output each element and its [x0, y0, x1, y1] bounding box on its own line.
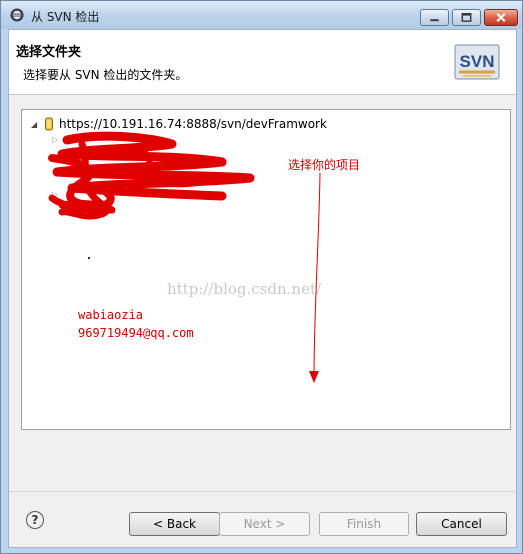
- maximize-icon: [461, 13, 472, 22]
- close-icon: [496, 13, 506, 23]
- title-bar[interactable]: 从 SVN 检出: [1, 1, 522, 29]
- annotation-label: 选择你的项目: [288, 158, 361, 172]
- svn-logo-icon: SVN: [454, 44, 500, 80]
- help-icon[interactable]: ?: [26, 511, 44, 529]
- button-bar: ? < Back Next > Finish Cancel: [9, 491, 516, 548]
- dialog-client-area: 选择文件夹 选择要从 SVN 检出的文件夹。 SVN ◢ https://10.…: [8, 29, 517, 548]
- finish-button[interactable]: Finish: [319, 512, 409, 536]
- close-window-button[interactable]: [484, 9, 518, 26]
- stray-dot: [88, 257, 90, 259]
- svg-text:SVN: SVN: [460, 52, 495, 71]
- cancel-button[interactable]: Cancel: [416, 512, 507, 536]
- page-title: 选择文件夹: [16, 45, 82, 60]
- back-button[interactable]: < Back: [129, 512, 220, 536]
- maximize-button[interactable]: [452, 9, 481, 26]
- annotation-arrow: [309, 172, 321, 383]
- window-title: 从 SVN 检出: [31, 10, 100, 24]
- minimize-button[interactable]: [420, 9, 449, 26]
- signature-name: wabiaozia: [78, 308, 144, 322]
- watermark-text: http://blog.csdn.net/: [167, 280, 322, 298]
- next-button[interactable]: Next >: [219, 512, 310, 536]
- wizard-header: 选择文件夹 选择要从 SVN 检出的文件夹。 SVN: [9, 30, 516, 95]
- folder-tree[interactable]: ◢ https://10.191.16.74:8888/svn/devFramw…: [21, 109, 511, 430]
- minimize-icon: [430, 19, 439, 22]
- page-description: 选择要从 SVN 检出的文件夹。: [23, 68, 188, 82]
- checkout-dialog-window: 从 SVN 检出 选择文件夹 选择要从 SVN 检出的文件夹。 SVN ◢ ht…: [0, 0, 523, 554]
- signature-email: 969719494@qq.com: [78, 326, 194, 340]
- eclipse-app-icon: [10, 8, 24, 22]
